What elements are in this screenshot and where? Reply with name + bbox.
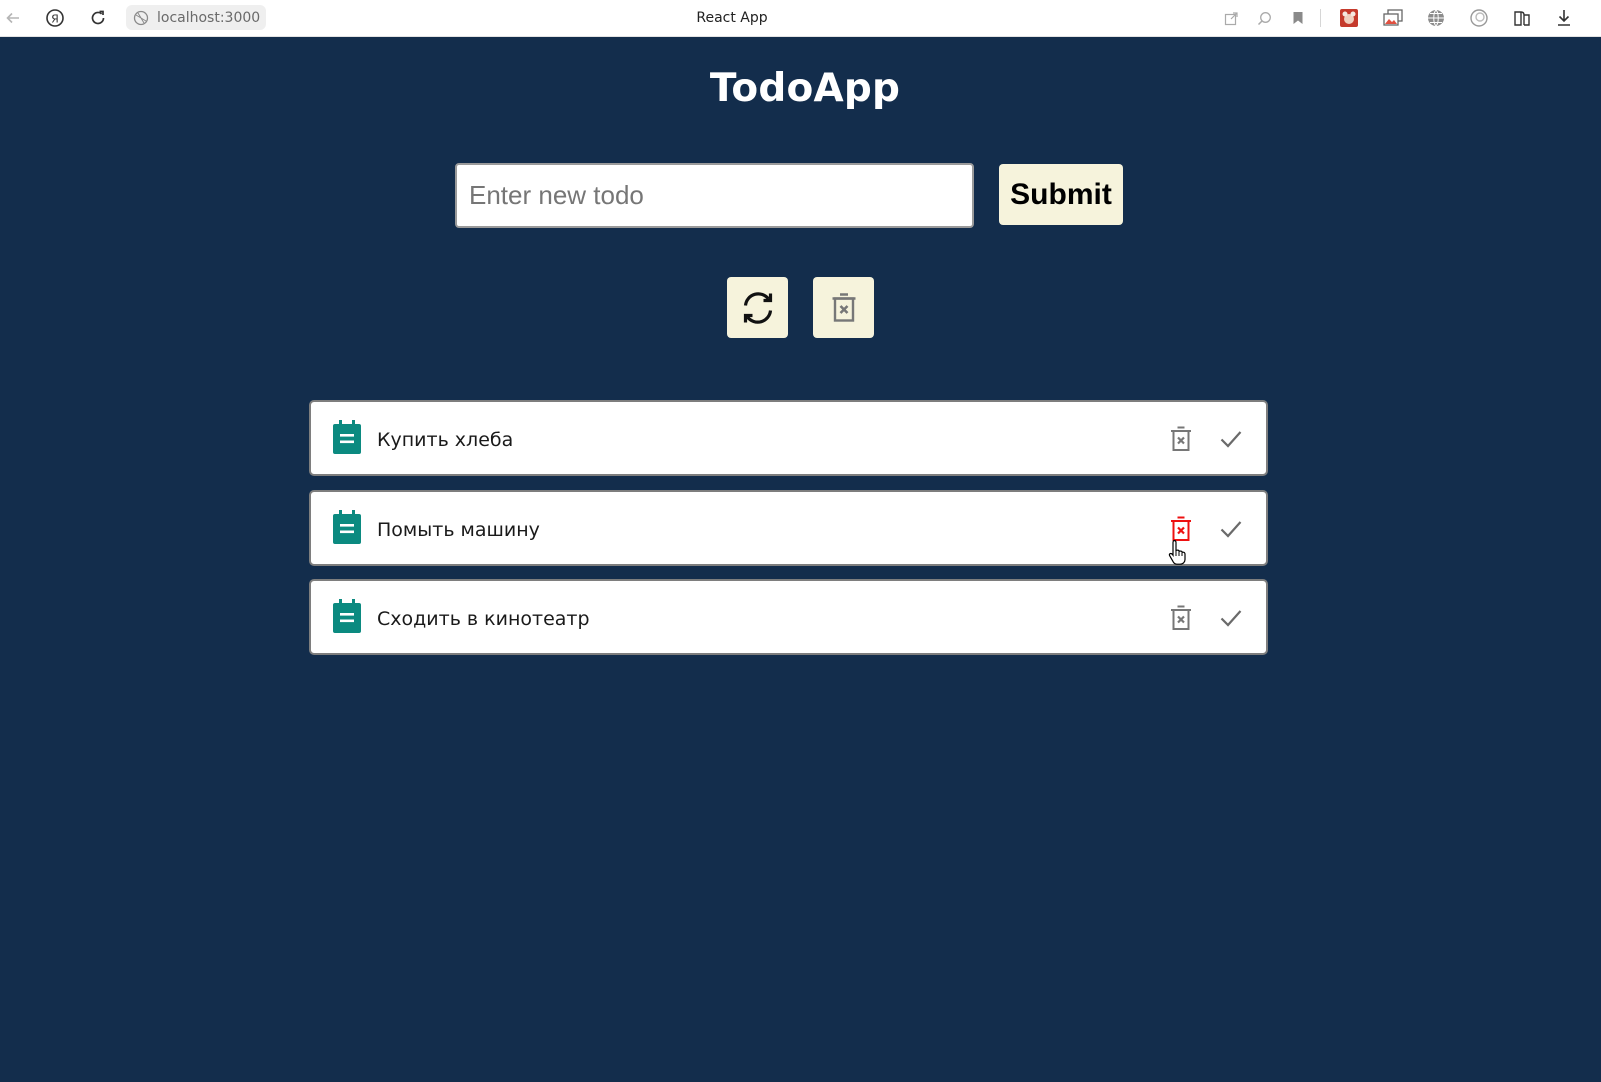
address-bar[interactable]: localhost:3000 <box>126 5 266 30</box>
alice-assistant-icon[interactable] <box>1468 7 1490 29</box>
yandex-logo-icon[interactable]: Я <box>44 7 66 29</box>
checkmark-icon <box>1220 610 1242 627</box>
todo-text: Помыть машину <box>377 519 540 541</box>
todo-text: Купить хлеба <box>377 429 514 451</box>
app-title: TodoApp <box>709 66 901 111</box>
checkmark-icon <box>1220 431 1242 448</box>
submit-button[interactable]: Submit <box>999 164 1123 225</box>
trash-x-icon <box>1171 605 1191 630</box>
todo-item: Помыть машину <box>309 490 1268 566</box>
trash-x-icon <box>1171 516 1191 541</box>
checkmark-icon <box>1220 521 1242 538</box>
todo-item: Сходить в кинотеатр <box>309 579 1268 655</box>
delete-todo-button[interactable] <box>1167 423 1195 455</box>
delete-todo-button[interactable] <box>1167 602 1195 634</box>
new-todo-input[interactable] <box>455 163 974 228</box>
document-icon <box>333 510 361 544</box>
address-text: localhost:3000 <box>157 9 261 26</box>
complete-todo-button[interactable] <box>1217 515 1245 543</box>
delete-todo-button[interactable] <box>1167 513 1195 545</box>
back-arrow-icon[interactable] <box>2 7 24 29</box>
bookmark-icon[interactable] <box>1287 7 1309 29</box>
document-icon <box>333 420 361 454</box>
collections-icon[interactable] <box>1511 7 1533 29</box>
todo-text: Сходить в кинотеатр <box>377 608 590 630</box>
todo-item: Купить хлеба <box>309 400 1268 476</box>
browser-toolbar: Я localhost:3000 React App <box>0 0 1601 37</box>
zoom-icon[interactable] <box>1253 7 1275 29</box>
gallery-extension-icon[interactable] <box>1382 7 1404 29</box>
complete-todo-button[interactable] <box>1217 604 1245 632</box>
document-icon <box>333 599 361 633</box>
site-info-icon[interactable] <box>133 10 149 26</box>
refresh-icon <box>743 291 772 324</box>
refresh-button[interactable] <box>727 277 788 338</box>
download-icon[interactable] <box>1553 7 1575 29</box>
trash-x-icon <box>1171 426 1191 451</box>
clear-all-button[interactable] <box>813 277 874 338</box>
svg-text:Я: Я <box>51 13 59 26</box>
extension-icon[interactable] <box>1338 7 1360 29</box>
complete-todo-button[interactable] <box>1217 425 1245 453</box>
globe-icon[interactable] <box>1425 7 1447 29</box>
share-icon[interactable] <box>1220 7 1242 29</box>
reload-icon[interactable] <box>87 7 109 29</box>
trash-x-icon <box>832 292 855 322</box>
